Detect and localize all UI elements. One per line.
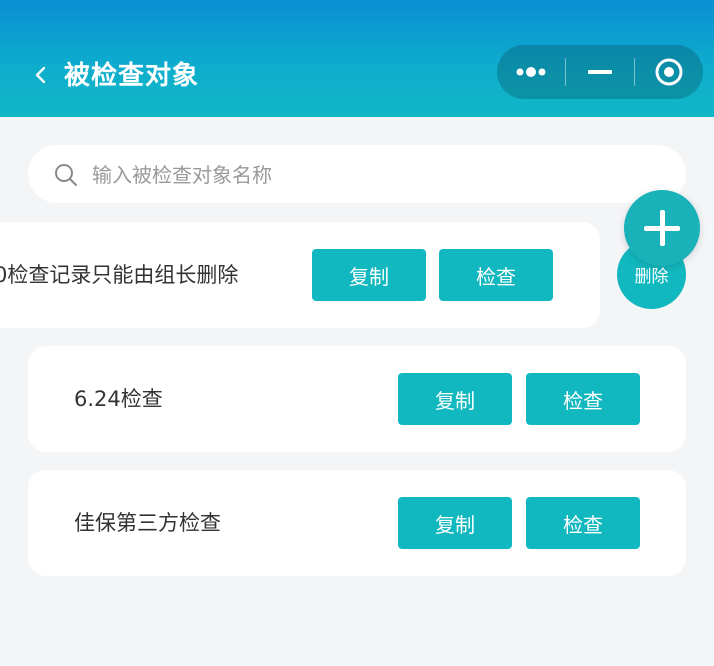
chevron-left-icon [35, 66, 46, 84]
check-button[interactable]: 检查 [526, 373, 640, 425]
list-item-label: 6.24检查 [74, 387, 163, 411]
mini-program-capsule [497, 45, 703, 99]
more-button[interactable] [497, 45, 565, 99]
minimize-icon [588, 70, 612, 74]
list-item-label: 0检查记录只能由组长删除 [0, 263, 239, 287]
check-button[interactable]: 检查 [526, 497, 640, 549]
check-button[interactable]: 检查 [439, 249, 553, 301]
search-bar [28, 145, 686, 205]
close-button[interactable] [635, 45, 703, 99]
search-icon [55, 164, 77, 186]
minimize-button[interactable] [566, 45, 634, 99]
list-item[interactable]: 0检查记录只能由组长删除 复制 检查 [0, 222, 600, 328]
copy-button[interactable]: 复制 [312, 249, 426, 301]
list-item[interactable]: 6.24检查 复制 检查 [28, 346, 686, 452]
navigation-bar: 被检查对象 [0, 0, 714, 117]
page-title: 被检查对象 [64, 61, 200, 91]
back-button[interactable] [30, 60, 52, 90]
plus-icon [644, 210, 680, 246]
copy-button[interactable]: 复制 [398, 497, 512, 549]
more-dots-icon [516, 67, 546, 77]
search-input[interactable] [90, 145, 654, 205]
list-item-label: 佳保第三方检查 [74, 511, 221, 535]
add-button[interactable] [624, 190, 700, 266]
list-item[interactable]: 佳保第三方检查 复制 检查 [28, 470, 686, 576]
copy-button[interactable]: 复制 [398, 373, 512, 425]
target-circle-icon [655, 58, 683, 86]
